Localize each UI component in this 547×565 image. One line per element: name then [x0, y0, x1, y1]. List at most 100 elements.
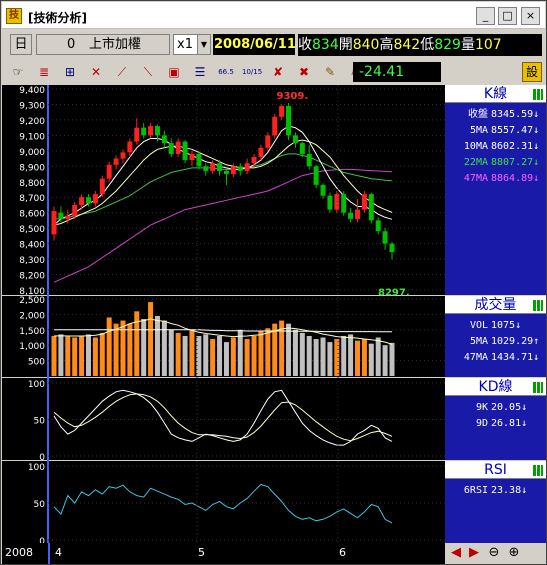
- candle-body: [299, 143, 305, 154]
- indicator-label: 9D: [475, 418, 488, 429]
- candle-body: [382, 231, 388, 244]
- indicator-row-kline: 10MA 8602.31↓: [445, 139, 544, 155]
- price-tick-label: 9,100: [19, 132, 45, 142]
- indicator-value: 8345.59↓: [491, 109, 540, 120]
- period-66-icon[interactable]: 66.5: [216, 62, 236, 82]
- kd-panel-title[interactable]: KD線: [445, 378, 546, 396]
- zoom-out-icon[interactable]: ⊖: [486, 545, 502, 561]
- symbol-field[interactable]: 0 上市加權: [36, 34, 170, 55]
- volume-panel-title[interactable]: 成交量: [445, 296, 546, 314]
- candle-body: [361, 194, 367, 210]
- high-value: 842: [393, 37, 421, 53]
- zoom-select[interactable]: x1 ▼: [173, 34, 211, 55]
- volume-bar: [79, 335, 85, 376]
- volume-bar: [313, 339, 319, 376]
- gann-grid-icon[interactable]: ☰: [190, 62, 210, 82]
- bars-icon: [533, 382, 543, 393]
- candle-body: [286, 106, 292, 136]
- volume-bar: [348, 334, 354, 376]
- time-cursor[interactable]: [48, 543, 50, 564]
- volume-bar: [341, 335, 347, 376]
- volume-bar: [189, 329, 195, 376]
- settings-icon[interactable]: 設: [522, 62, 542, 82]
- scroll-right-icon[interactable]: ▶: [466, 545, 482, 561]
- fan-down-icon[interactable]: ⟍: [138, 62, 158, 82]
- drawing-toolbar: ☞ ≣ ⊞ ✕ ⟋ ⟍ ▣ ☰ 66.5 10/15 ✘ ✖ ✎ ✍ -24.4…: [2, 60, 545, 84]
- month-label: 4: [55, 546, 62, 559]
- close-value: 834: [312, 37, 339, 53]
- channel-icon[interactable]: ⊞: [60, 62, 80, 82]
- volume-bar: [85, 334, 91, 376]
- vol-label: 量: [460, 37, 475, 53]
- price-tick-label: 9,400: [19, 86, 45, 96]
- high-price-label: 9309.: [277, 91, 309, 102]
- indicator-row-kline: 5MA 8557.47↓: [445, 123, 544, 139]
- candle-body: [251, 157, 257, 164]
- candle-body: [279, 106, 285, 117]
- indicator-label: 收盤: [468, 109, 488, 120]
- bottom-bar: 2008 4 5 6 ◀ ▶ ⊖ ⊕: [2, 543, 545, 564]
- hand-icon[interactable]: ☞: [8, 62, 28, 82]
- maximize-button[interactable]: □: [498, 7, 517, 25]
- price-tick-label: 8,800: [19, 179, 45, 189]
- volume-bar: [65, 336, 71, 376]
- trendline-icon[interactable]: ✕: [86, 62, 106, 82]
- month-label: 5: [198, 546, 205, 559]
- volume-bar: [327, 342, 333, 376]
- volume-bar: [141, 319, 147, 376]
- volume-bar: [265, 328, 271, 376]
- box-icon[interactable]: ▣: [164, 62, 184, 82]
- period-1015-icon[interactable]: 10/15: [242, 62, 262, 82]
- open-value: 840: [352, 37, 380, 53]
- indicator-row-volume: VOL 1075↓: [445, 318, 544, 334]
- period-button[interactable]: 日: [10, 34, 32, 55]
- volume-bar: [92, 337, 98, 376]
- indicator-row-rsi: 6RSI 23.38↓: [445, 483, 544, 499]
- candle-body: [141, 127, 147, 136]
- price-tick-label: 8,600: [19, 210, 45, 220]
- indicator-value: 26.81↓: [491, 418, 528, 429]
- candle-body: [120, 152, 126, 159]
- volume-bar: [175, 332, 181, 376]
- change-display: -24.41: [353, 62, 441, 82]
- volume-bar: [168, 329, 174, 376]
- volume-bar: [217, 335, 223, 376]
- bars-icon: [533, 465, 543, 476]
- rsi-panel-title[interactable]: RSI: [445, 461, 546, 479]
- time-axis[interactable]: 2008 4 5 6: [2, 543, 445, 564]
- volume-bar: [72, 337, 78, 376]
- candle-body: [196, 153, 202, 167]
- scroll-left-icon[interactable]: ◀: [448, 545, 464, 561]
- indicator-row-kline: 22MA 8807.27↓: [445, 155, 544, 171]
- candle-body: [237, 166, 243, 171]
- low-price-label: 8297.: [378, 288, 410, 299]
- close-label: 收: [298, 37, 312, 53]
- chart-area[interactable]: 9,400 9,300 9,200 9,100 9,000 8,900 8,800 8,700…: [2, 85, 445, 543]
- volume-bar: [99, 332, 105, 376]
- candle-body: [341, 194, 347, 213]
- volume-bar: [154, 315, 160, 376]
- candle-body: [134, 127, 140, 142]
- magic-pen-icon[interactable]: ✎: [320, 62, 340, 82]
- delete-icon[interactable]: ✘: [268, 62, 288, 82]
- candle-body: [355, 209, 361, 219]
- kline-panel-title[interactable]: K線: [445, 85, 546, 103]
- vol-value: 107: [474, 37, 502, 53]
- zoom-in-icon[interactable]: ⊕: [506, 545, 522, 561]
- minimize-button[interactable]: _: [476, 7, 495, 25]
- candle-body: [182, 141, 188, 161]
- volume-bar: [223, 342, 229, 376]
- kd-tick-label: 100: [28, 380, 45, 390]
- delete-all-icon[interactable]: ✖: [294, 62, 314, 82]
- candle-body: [272, 116, 278, 136]
- volume-bar: [203, 334, 209, 376]
- volume-bar: [244, 339, 250, 376]
- close-button[interactable]: ×: [521, 7, 540, 25]
- chevron-down-icon[interactable]: ▼: [197, 35, 210, 54]
- indicator-row-volume: 5MA 1029.29↑: [445, 334, 544, 350]
- indicator-label: 6RSI: [463, 485, 488, 496]
- candle-body: [106, 164, 112, 179]
- indicator-label: 10MA: [463, 141, 488, 152]
- fib-retracement-icon[interactable]: ≣: [34, 62, 54, 82]
- fan-icon[interactable]: ⟋: [112, 62, 132, 82]
